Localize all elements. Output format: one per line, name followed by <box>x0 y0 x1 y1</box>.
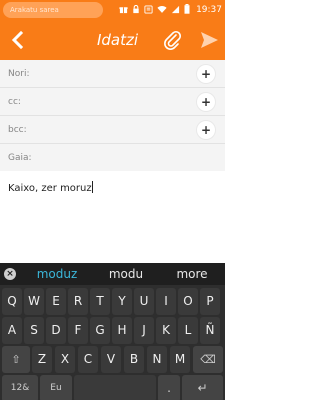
key[interactable]: Z <box>32 346 52 373</box>
browser-search-pill[interactable]: Arakatu sarea <box>3 2 103 18</box>
period-key[interactable]: . <box>158 375 180 400</box>
language-key[interactable]: Eu <box>40 375 72 400</box>
key[interactable]: A <box>2 317 22 344</box>
virtual-keyboard: Q W E R T Y U I O P A S D F G H J K L Ñ … <box>0 285 225 400</box>
dismiss-suggestions-icon[interactable]: × <box>4 268 16 280</box>
message-body[interactable]: Kaixo, zer moruz <box>0 171 225 263</box>
wifi-icon <box>157 5 167 16</box>
key[interactable]: J <box>134 317 154 344</box>
backspace-key[interactable]: ⌫ <box>193 346 223 373</box>
key[interactable]: R <box>68 288 88 315</box>
suggestion-item[interactable]: moduz <box>22 263 92 285</box>
compose-screen: Arakatu sarea 19:37 Idatzi Nori: + cc: +… <box>0 0 225 400</box>
key[interactable]: S <box>24 317 44 344</box>
key[interactable]: U <box>134 288 154 315</box>
message-text: Kaixo, zer moruz <box>8 183 92 194</box>
shift-key[interactable]: ⇧ <box>2 346 30 373</box>
key[interactable]: I <box>156 288 176 315</box>
cc-field[interactable]: cc: + <box>0 88 225 116</box>
subject-label: Gaia: <box>8 153 32 163</box>
notification-icon <box>144 4 153 16</box>
key[interactable]: N <box>147 346 167 373</box>
clock: 19:37 <box>196 5 222 15</box>
space-key[interactable] <box>74 375 156 400</box>
key[interactable]: D <box>46 317 66 344</box>
key[interactable]: G <box>90 317 110 344</box>
status-bar: Arakatu sarea 19:37 <box>0 0 225 20</box>
key[interactable]: T <box>90 288 110 315</box>
key[interactable]: V <box>101 346 121 373</box>
suggestion-item[interactable]: modu <box>92 263 160 285</box>
bcc-label: bcc: <box>8 125 27 135</box>
status-icons: 19:37 <box>119 0 222 20</box>
signal-icon <box>171 5 180 16</box>
gift-icon <box>119 5 128 16</box>
page-title: Idatzi <box>96 31 139 49</box>
key[interactable]: O <box>178 288 198 315</box>
symbols-key[interactable]: 12& <box>2 375 38 400</box>
key[interactable]: K <box>156 317 176 344</box>
battery-icon <box>184 4 190 16</box>
key[interactable]: X <box>55 346 75 373</box>
key[interactable]: H <box>112 317 132 344</box>
to-label: Nori: <box>8 69 30 79</box>
send-arrow-icon[interactable] <box>199 31 219 49</box>
key[interactable]: Q <box>2 288 22 315</box>
suggestion-bar: × moduz modu more <box>0 263 225 285</box>
key[interactable]: E <box>46 288 66 315</box>
add-bcc-button[interactable]: + <box>197 121 215 139</box>
lock-icon <box>132 4 140 16</box>
key[interactable]: B <box>124 346 144 373</box>
message-body-text[interactable]: Kaixo, zer moruz <box>8 181 93 194</box>
key[interactable]: C <box>78 346 98 373</box>
paperclip-icon[interactable] <box>162 29 182 51</box>
key[interactable]: F <box>68 317 88 344</box>
add-cc-button[interactable]: + <box>197 93 215 111</box>
text-caret <box>91 181 93 193</box>
key[interactable]: Y <box>112 288 132 315</box>
key[interactable]: P <box>200 288 220 315</box>
add-recipient-button[interactable]: + <box>197 65 215 83</box>
to-field[interactable]: Nori: + <box>0 60 225 88</box>
app-header: Idatzi <box>0 20 225 60</box>
enter-key[interactable]: ↵ <box>182 375 223 400</box>
key[interactable]: W <box>24 288 44 315</box>
key[interactable]: M <box>170 346 190 373</box>
key[interactable]: Ñ <box>200 317 220 344</box>
cc-label: cc: <box>8 97 21 107</box>
subject-field[interactable]: Gaia: <box>0 144 225 172</box>
suggestion-item[interactable]: more <box>160 263 224 285</box>
bcc-field[interactable]: bcc: + <box>0 116 225 144</box>
key[interactable]: L <box>178 317 198 344</box>
